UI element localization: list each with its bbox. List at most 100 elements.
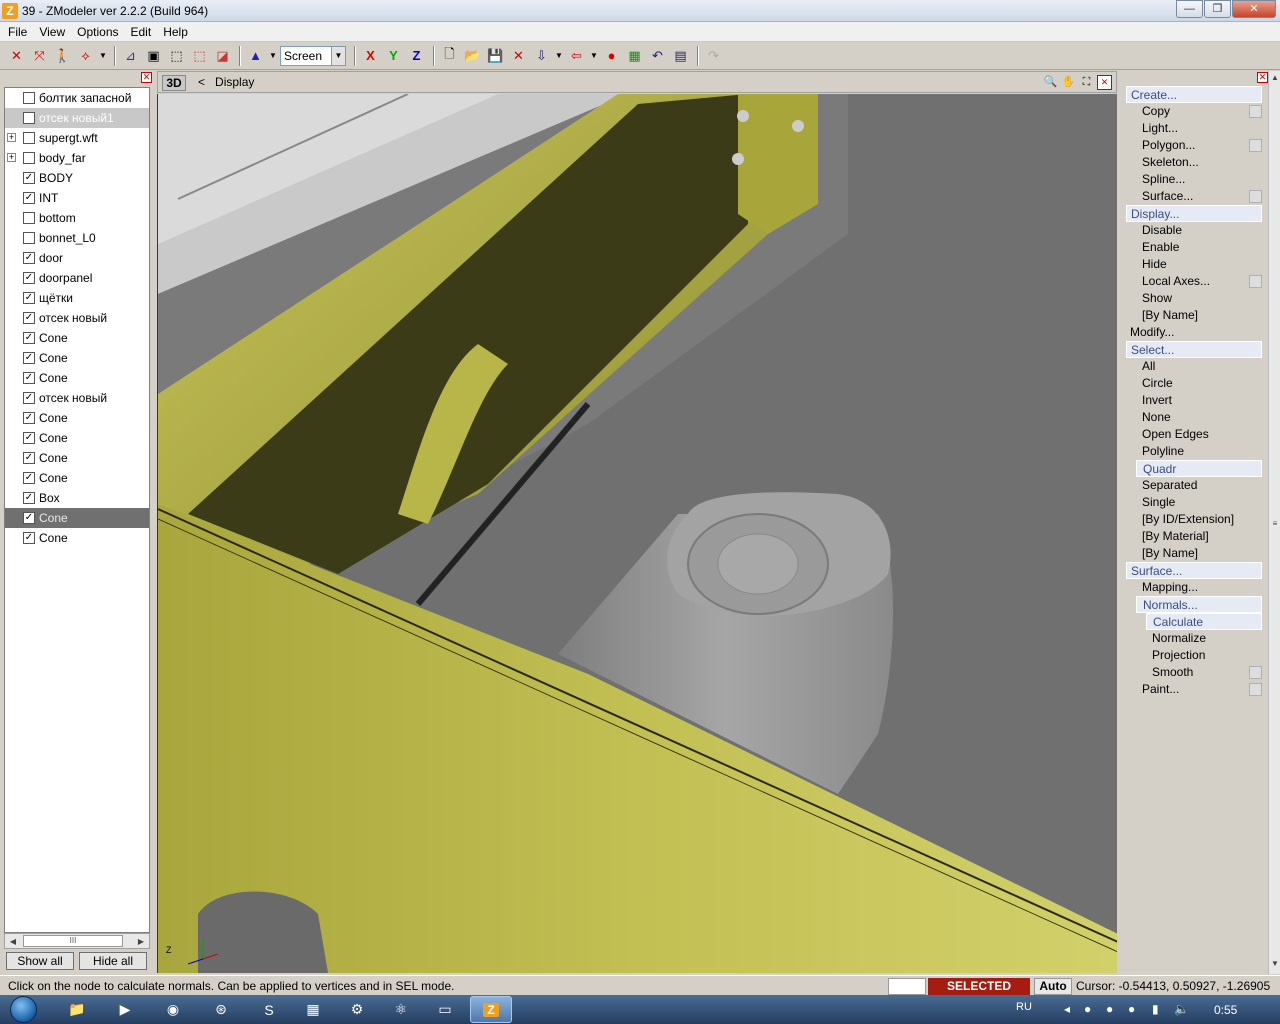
visibility-checkbox[interactable]: ✓ — [23, 452, 35, 464]
scroll-up-icon[interactable]: ▲ — [1269, 73, 1280, 82]
explorer-icon[interactable]: 📁 — [56, 996, 98, 1023]
tree-item[interactable]: ✓ Cone — [5, 508, 149, 528]
tree-item[interactable]: ✓ Cone — [5, 528, 149, 548]
command-item[interactable]: Modify... — [1126, 324, 1262, 341]
command-item[interactable]: Smooth — [1126, 664, 1262, 681]
tree-item[interactable]: ✓ Cone — [5, 468, 149, 488]
skype-icon[interactable]: S — [248, 996, 290, 1023]
chevron-down-icon[interactable]: ▼ — [331, 46, 345, 65]
tree-item[interactable]: ✓ Cone — [5, 368, 149, 388]
visibility-checkbox[interactable]: ✓ — [23, 532, 35, 544]
options-box-icon[interactable] — [1249, 190, 1262, 203]
select-figure-icon[interactable]: 🚶 — [52, 45, 73, 66]
command-item[interactable]: Hide — [1126, 256, 1262, 273]
command-panel-scrollbar[interactable]: ▲ ≡ ▼ — [1268, 71, 1280, 974]
menu-edit[interactable]: Edit — [125, 25, 158, 39]
tree-item[interactable]: ✓ doorpanel — [5, 268, 149, 288]
tree-item[interactable]: ✓ Cone — [5, 448, 149, 468]
axis-z-toggle[interactable]: Z — [406, 45, 427, 66]
axis-y-toggle[interactable]: Y — [383, 45, 404, 66]
select-edge-icon[interactable]: ⤧ — [29, 45, 50, 66]
command-item[interactable]: Display... — [1126, 205, 1262, 222]
dropdown-arrow-icon[interactable]: ▼ — [268, 45, 278, 66]
selected-mode-indicator[interactable]: SELECTED MODE — [928, 978, 1030, 1009]
record-icon[interactable]: ● — [601, 45, 622, 66]
tree-item[interactable]: ✓ INT — [5, 188, 149, 208]
command-item[interactable]: Surface... — [1126, 562, 1262, 579]
volume-icon[interactable]: 🔈 — [1174, 1002, 1189, 1016]
maximize-button[interactable]: ❐ — [1204, 0, 1231, 18]
command-item[interactable]: Select... — [1126, 341, 1262, 358]
zmodeler-task-icon[interactable]: Z — [470, 996, 512, 1023]
visibility-checkbox[interactable] — [23, 92, 35, 104]
command-item[interactable]: Surface... — [1126, 188, 1262, 205]
command-item[interactable]: Enable — [1126, 239, 1262, 256]
visibility-checkbox[interactable]: ✓ — [23, 512, 35, 524]
command-item[interactable]: Normals... — [1136, 596, 1262, 613]
tree-item[interactable]: + supergt.wft — [5, 128, 149, 148]
expand-plus-icon[interactable]: + — [7, 133, 16, 142]
command-item[interactable]: Single — [1126, 494, 1262, 511]
app-icon[interactable]: ⊛ — [200, 996, 242, 1023]
tree-item[interactable]: ✓ BODY — [5, 168, 149, 188]
command-item[interactable]: All — [1126, 358, 1262, 375]
import-icon[interactable]: ⇩ — [531, 45, 552, 66]
command-item[interactable]: Light... — [1126, 120, 1262, 137]
visibility-checkbox[interactable] — [23, 112, 35, 124]
zoom-icon[interactable]: 🔍 — [1043, 75, 1058, 90]
minimize-button[interactable]: — — [1176, 0, 1203, 18]
language-indicator[interactable]: RU — [1016, 1001, 1032, 1013]
command-item[interactable]: [By Name] — [1126, 545, 1262, 562]
visibility-checkbox[interactable] — [23, 152, 35, 164]
new-file-icon[interactable]: 🗋 — [439, 45, 460, 66]
visibility-checkbox[interactable] — [23, 212, 35, 224]
network-icon[interactable]: ▮ — [1152, 1002, 1159, 1016]
redo-icon[interactable]: ↷ — [703, 45, 724, 66]
tree-item[interactable]: ✓ Box — [5, 488, 149, 508]
clock[interactable]: 0:55 — [1214, 1003, 1237, 1017]
dropdown-arrow-icon[interactable]: ▼ — [589, 45, 599, 66]
scroll-thumb[interactable]: III — [23, 935, 123, 947]
steam-icon[interactable]: ⚙ — [336, 996, 378, 1023]
box-mode-icon[interactable]: ▣ — [143, 45, 164, 66]
tree-item[interactable]: ✓ Cone — [5, 348, 149, 368]
visibility-checkbox[interactable]: ✓ — [23, 392, 35, 404]
3d-viewport[interactable]: Z — [157, 94, 1117, 973]
options-box-icon[interactable] — [1249, 683, 1262, 696]
visibility-checkbox[interactable]: ✓ — [23, 172, 35, 184]
select-object-icon[interactable]: ⟡ — [75, 45, 96, 66]
visibility-checkbox[interactable] — [23, 132, 35, 144]
tree-item[interactable]: ✓ Cone — [5, 328, 149, 348]
tray-app-icon[interactable]: ● — [1128, 1002, 1135, 1016]
visibility-checkbox[interactable]: ✓ — [23, 332, 35, 344]
tree-item[interactable]: ✓ щётки — [5, 288, 149, 308]
options-box-icon[interactable] — [1249, 139, 1262, 152]
axis-x-toggle[interactable]: X — [360, 45, 381, 66]
close-icon[interactable]: ✕ — [1257, 72, 1268, 83]
visibility-checkbox[interactable]: ✓ — [23, 412, 35, 424]
auto-indicator[interactable]: Auto — [1034, 978, 1072, 995]
tree-item[interactable]: bottom — [5, 208, 149, 228]
command-item[interactable]: Paint... — [1126, 681, 1262, 698]
command-item[interactable]: Open Edges — [1126, 426, 1262, 443]
close-icon[interactable]: ✕ — [141, 72, 152, 83]
command-item[interactable]: None — [1126, 409, 1262, 426]
command-item[interactable]: Disable — [1126, 222, 1262, 239]
scroll-thumb-icon[interactable]: ≡ — [1269, 519, 1280, 528]
notes-icon[interactable]: ▤ — [670, 45, 691, 66]
select-vertex-icon[interactable]: ✕ — [6, 45, 27, 66]
tree-item[interactable]: bonnet_L0 — [5, 228, 149, 248]
pan-hand-icon[interactable]: ✋ — [1061, 75, 1076, 90]
command-item[interactable]: Skeleton... — [1126, 154, 1262, 171]
scroll-left-icon[interactable]: ◀ — [7, 936, 19, 948]
dropdown-arrow-icon[interactable]: ▼ — [98, 45, 108, 66]
visibility-checkbox[interactable]: ✓ — [23, 192, 35, 204]
command-item[interactable]: Polygon... — [1126, 137, 1262, 154]
start-button[interactable] — [4, 995, 48, 1024]
scroll-right-icon[interactable]: ▶ — [135, 936, 147, 948]
open-file-icon[interactable]: 📂 — [462, 45, 483, 66]
tree-item[interactable]: ✓ Cone — [5, 408, 149, 428]
tree-item[interactable]: отсек новый1 — [5, 108, 149, 128]
command-item[interactable]: Show — [1126, 290, 1262, 307]
visibility-checkbox[interactable]: ✓ — [23, 292, 35, 304]
